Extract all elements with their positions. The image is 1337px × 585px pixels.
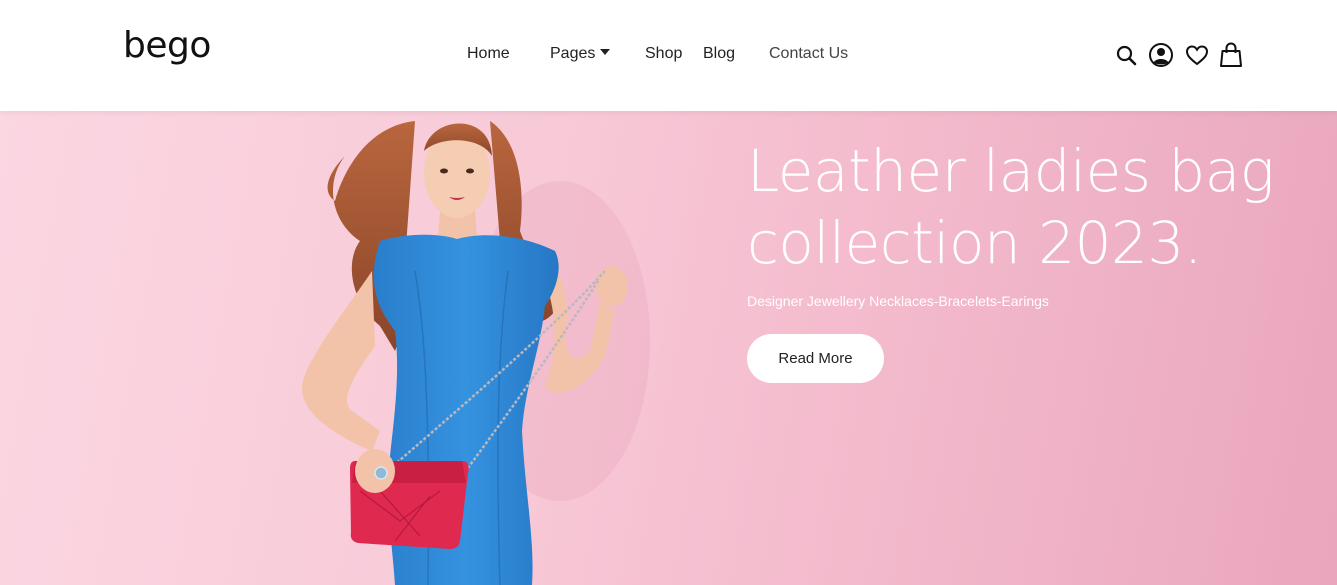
site-header: bego Home Pages Shop Blog Contact Us: [0, 0, 1337, 111]
read-more-button[interactable]: Read More: [747, 334, 884, 383]
hero-subtitle: Designer Jewellery Necklaces-Bracelets-E…: [747, 293, 1049, 309]
nav-contact-us[interactable]: Contact Us: [769, 45, 848, 63]
user-icon[interactable]: [1148, 41, 1174, 69]
heart-icon[interactable]: [1184, 41, 1210, 69]
hero-title-line-2: collection 2023.: [747, 209, 1202, 277]
nav-pages[interactable]: Pages: [550, 45, 611, 63]
logo[interactable]: bego: [123, 28, 211, 64]
caret-down-icon: [600, 48, 611, 55]
hero-title-line-1: Leather ladies bag: [747, 137, 1275, 205]
nav-blog[interactable]: Blog: [703, 45, 735, 63]
hero-title: Leather ladies bag collection 2023.: [747, 135, 1287, 279]
shopping-bag-icon[interactable]: [1218, 41, 1244, 69]
search-icon[interactable]: [1114, 41, 1140, 69]
hero-banner: Leather ladies bag collection 2023. Desi…: [0, 111, 1337, 585]
nav-home[interactable]: Home: [467, 45, 510, 63]
nav-shop[interactable]: Shop: [645, 45, 682, 63]
nav-pages-label: Pages: [550, 45, 596, 62]
